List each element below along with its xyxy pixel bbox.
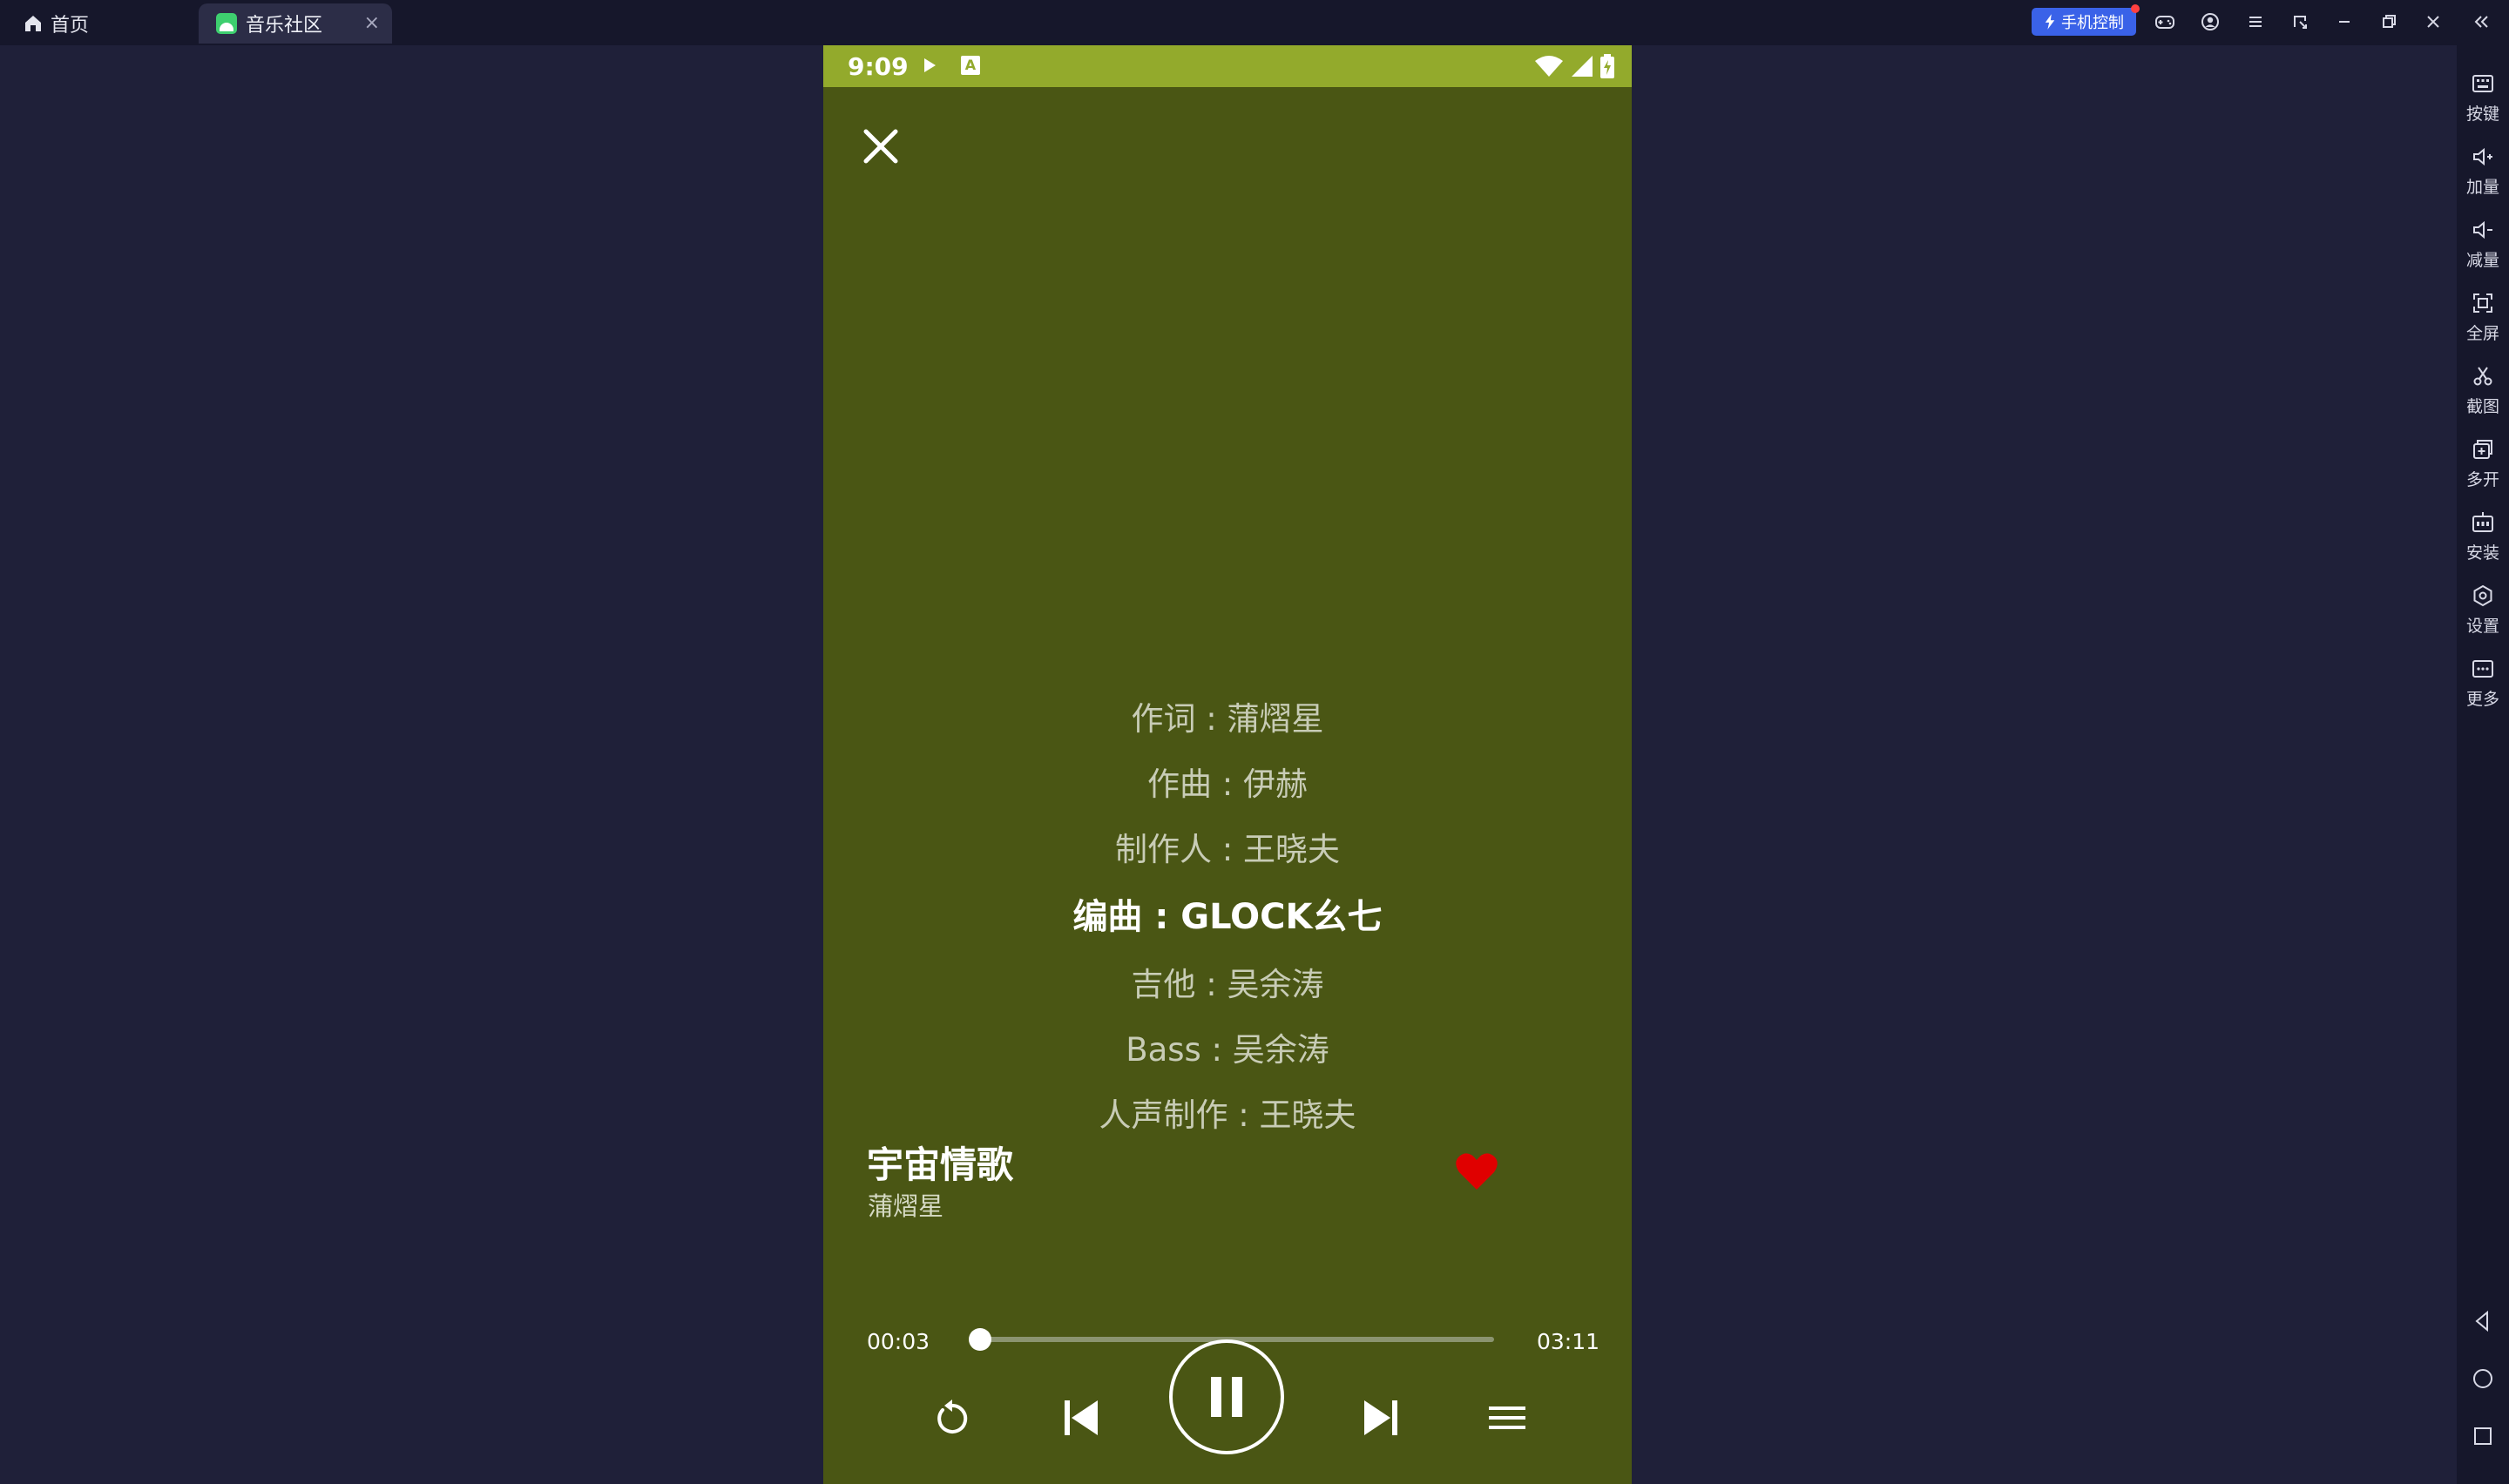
next-button[interactable]: [1355, 1392, 1407, 1444]
close-icon: [863, 129, 898, 164]
lyric-line: 吉他 : 吴余涛: [1131, 966, 1324, 1003]
app-icon: [216, 13, 237, 34]
sidebar-item-label: 减量: [2465, 251, 2499, 270]
volume-up-icon: [2473, 147, 2492, 166]
a-badge-icon: A: [961, 56, 980, 75]
apk-install-icon: [2472, 512, 2493, 532]
lyric-line: 作曲 : 伊赫: [1147, 766, 1308, 803]
song-artist[interactable]: 蒲熠星: [868, 1186, 943, 1223]
total-time: 03:11: [1537, 1329, 1600, 1354]
wifi-icon: [1535, 56, 1563, 77]
settings-icon: [2473, 584, 2492, 607]
sidebar-item-settings[interactable]: 设置: [2457, 568, 2509, 637]
emulator-sidebar: 按键 加量 减量 全屏 截图 多开 安装 设置 更多: [2457, 45, 2509, 1484]
repeat-icon: [937, 1400, 968, 1433]
sidebar-item-label: 截图: [2465, 397, 2499, 416]
sidebar-item-label: 加量: [2465, 178, 2499, 197]
android-recents-icon[interactable]: [2470, 1423, 2496, 1449]
window-shrink-icon[interactable]: [2289, 10, 2311, 33]
lyric-line: Bass : 吴余涛: [1126, 1031, 1329, 1069]
status-indicators: [1534, 54, 1614, 78]
music-app-tab-label: 音乐社区: [246, 15, 323, 37]
sidebar-item-volume-up[interactable]: 加量: [2457, 129, 2509, 199]
status-time: 9:09: [848, 52, 909, 81]
sidebar-item-fullscreen[interactable]: 全屏: [2457, 275, 2509, 345]
favorite-heart-icon[interactable]: [1455, 1151, 1498, 1191]
previous-button[interactable]: [1055, 1392, 1107, 1444]
sidebar-item-label: 多开: [2465, 470, 2499, 489]
song-title: 宇宙情歌: [867, 1143, 1014, 1186]
gamepad-icon[interactable]: [2154, 10, 2176, 33]
emulator-title-bar: 首页 音乐社区 × 手机控制: [0, 0, 2509, 45]
android-home-icon[interactable]: [2470, 1366, 2496, 1392]
lyric-line: 作词 : 蒲熠星: [1131, 700, 1324, 738]
sidebar-item-label: 全屏: [2465, 324, 2499, 343]
restore-icon[interactable]: [2377, 10, 2400, 33]
pause-button[interactable]: [1169, 1339, 1284, 1454]
volume-down-icon: [2473, 220, 2492, 239]
sidebar-item-install[interactable]: 安装: [2457, 495, 2509, 564]
sidebar-item-screenshot[interactable]: 截图: [2457, 348, 2509, 418]
menu-icon[interactable]: [2244, 10, 2267, 33]
phone-control-button[interactable]: 手机控制: [2032, 4, 2140, 36]
home-tab-label: 首页: [51, 15, 90, 37]
close-player-button[interactable]: [858, 124, 903, 169]
account-icon[interactable]: [2199, 10, 2222, 33]
sidebar-item-label: 按键: [2465, 105, 2499, 124]
cell-signal-icon: [1572, 56, 1593, 77]
multi-instance-icon: [2473, 440, 2492, 459]
sidebar-item-label: 安装: [2465, 543, 2499, 563]
sidebar-item-label: 更多: [2465, 690, 2499, 709]
lyrics-panel[interactable]: 作词 : 蒲熠星 作曲 : 伊赫 制作人 : 王晓夫编曲 : GLOCK幺七 吉他 :…: [823, 686, 1632, 1148]
media-playing-icon: [924, 58, 936, 72]
collapse-sidebar-icon[interactable]: [2471, 10, 2493, 33]
android-status-bar: 9:09 A: [823, 45, 1632, 87]
minimize-icon[interactable]: [2333, 10, 2356, 33]
home-icon: [25, 16, 41, 31]
sidebar-item-more[interactable]: 更多: [2457, 641, 2509, 711]
notification-dot: [2131, 4, 2140, 13]
sidebar-item-multi-instance[interactable]: 多开: [2457, 422, 2509, 491]
sidebar-item-label: 设置: [2465, 617, 2499, 636]
playlist-button[interactable]: [1481, 1392, 1533, 1444]
progress-thumb[interactable]: [968, 1328, 991, 1351]
phone-screen: 9:09 A 作词 : 蒲熠星 作曲 : 伊赫 制作人 : 王晓夫编曲 : GLOC…: [823, 45, 1632, 1484]
sidebar-item-keys[interactable]: 按键: [2457, 56, 2509, 125]
lyric-line-active: 编曲 : GLOCK幺七: [1072, 897, 1383, 937]
pause-icon: [1211, 1377, 1242, 1417]
tab-close-icon[interactable]: ×: [364, 12, 380, 34]
fullscreen-icon: [2473, 293, 2492, 313]
lightning-icon: [2045, 14, 2055, 30]
close-window-icon[interactable]: [2422, 10, 2445, 33]
skip-next-icon: [1364, 1400, 1397, 1435]
battery-charging-icon: [1600, 54, 1614, 78]
sidebar-item-volume-down[interactable]: 减量: [2457, 202, 2509, 272]
scissors-icon: [2473, 367, 2492, 386]
current-time: 00:03: [867, 1329, 930, 1354]
skip-previous-icon: [1065, 1400, 1098, 1435]
android-back-icon[interactable]: [2470, 1308, 2496, 1334]
home-tab[interactable]: 首页: [23, 9, 89, 38]
keyboard-icon: [2472, 75, 2493, 92]
repeat-button[interactable]: [926, 1392, 978, 1444]
lyric-line: 制作人 : 王晓夫: [1115, 831, 1340, 868]
phone-control-label: 手机控制: [2061, 14, 2124, 32]
more-icon: [2472, 660, 2493, 678]
playlist-icon: [1489, 1406, 1525, 1429]
music-app-tab[interactable]: 音乐社区 ×: [199, 3, 392, 44]
